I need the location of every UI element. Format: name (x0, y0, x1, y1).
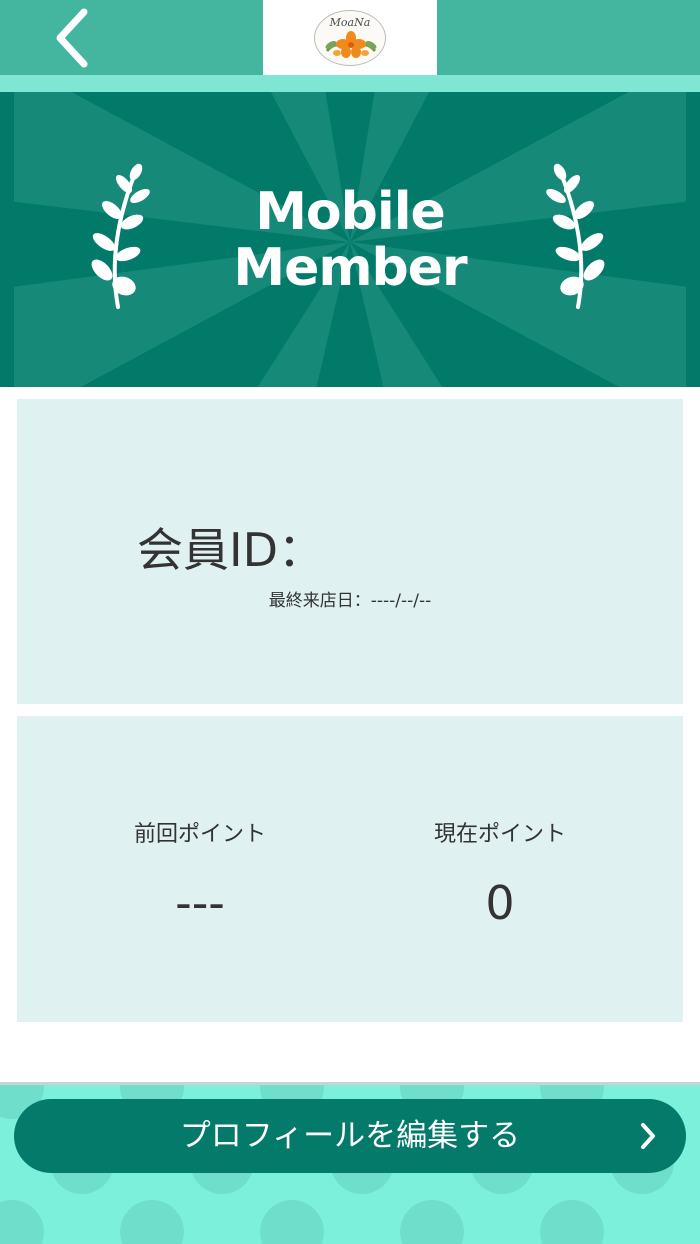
polka-dot (540, 1200, 604, 1244)
chevron-right-icon (641, 1123, 655, 1149)
header-divider (0, 75, 700, 92)
back-button[interactable] (40, 6, 104, 70)
polka-dot (120, 1200, 184, 1244)
previous-points-value: --- (175, 876, 225, 930)
polka-dot (260, 1200, 324, 1244)
shop-logo: MoaNa (263, 0, 437, 75)
edit-profile-label: プロフィールを編集する (179, 1118, 521, 1154)
current-points-label: 現在ポイント (433, 822, 566, 847)
current-points-value: 0 (485, 876, 515, 930)
previous-points-label: 前回ポイント (133, 822, 266, 847)
flower-icon (325, 30, 377, 58)
current-points: 現在ポイント 0 (350, 816, 650, 928)
app-header: MoaNa (0, 0, 700, 75)
logo-emblem: MoaNa (314, 9, 386, 66)
logo-text: MoaNa (329, 15, 371, 29)
laurel-right-icon (546, 163, 605, 309)
last-visit-date: 最終来店日：----/--/-- (268, 591, 432, 611)
member-id-label: 会員ID： (137, 523, 324, 577)
member-id-card: 会員ID： 最終来店日：----/--/-- (17, 399, 683, 704)
previous-points: 前回ポイント --- (50, 816, 350, 928)
polka-dot (400, 1200, 464, 1244)
member-banner: Mobile Member (0, 92, 700, 387)
points-card: 前回ポイント --- 現在ポイント 0 (17, 716, 683, 1022)
chevron-left-icon (56, 8, 88, 68)
polka-dot (0, 1200, 44, 1244)
edit-profile-button[interactable]: プロフィールを編集する (14, 1099, 686, 1173)
